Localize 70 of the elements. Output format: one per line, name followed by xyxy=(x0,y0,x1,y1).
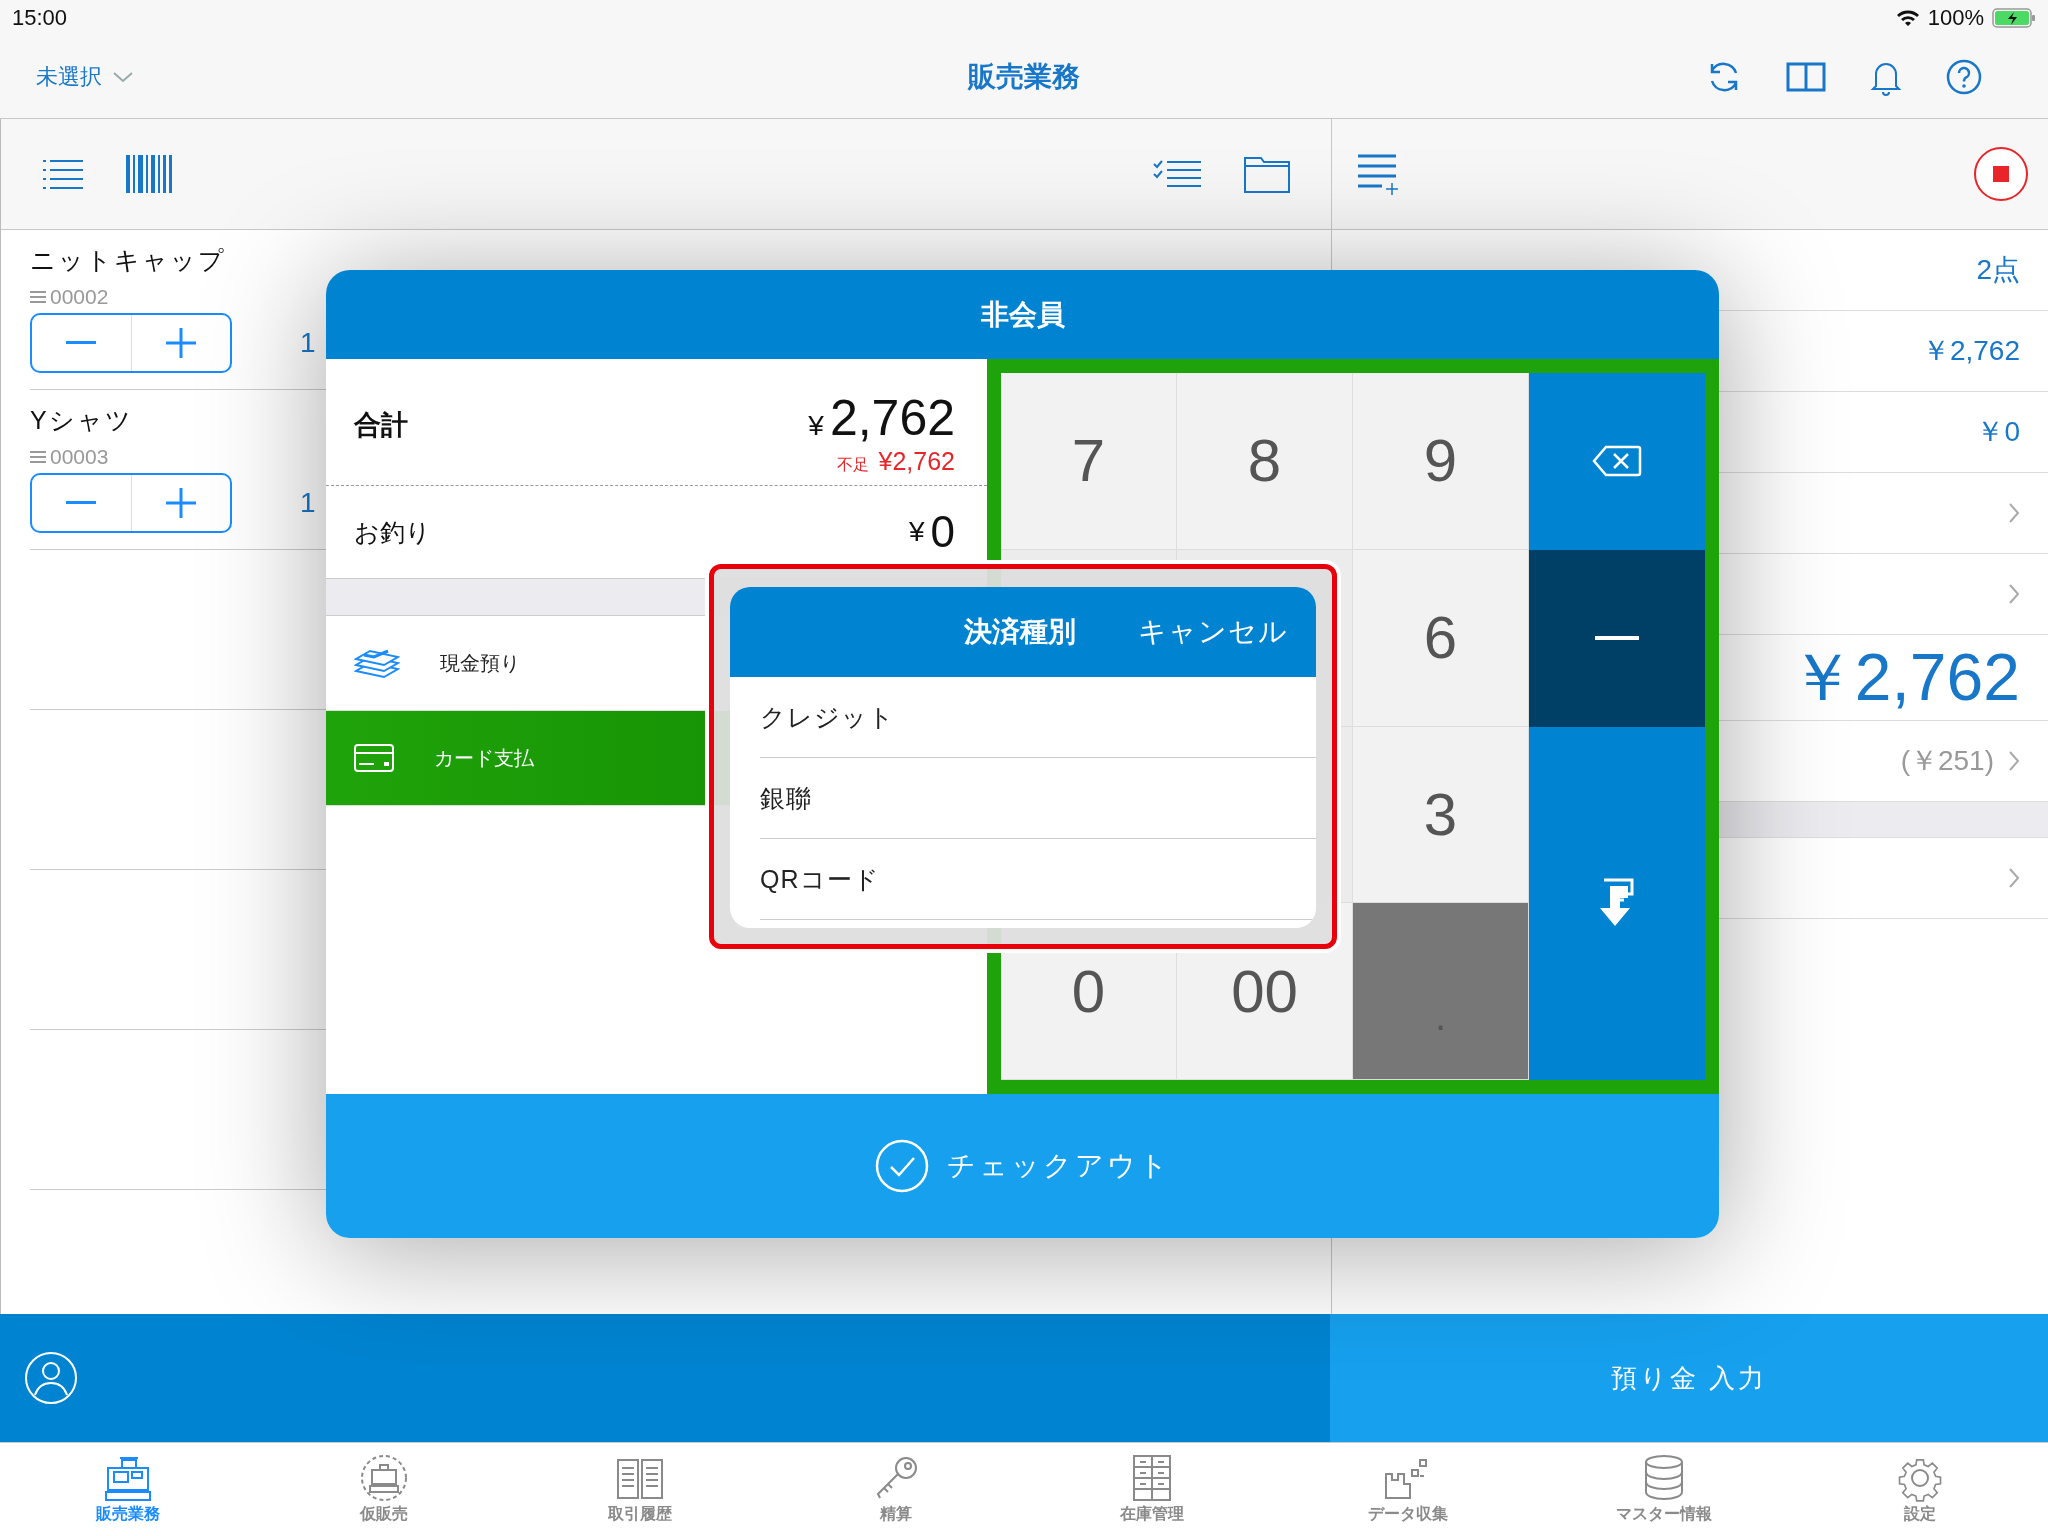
product-code: 00003 xyxy=(50,445,109,469)
split-view-icon[interactable] xyxy=(1786,62,1826,92)
summary-value: ￥0 xyxy=(1976,415,2020,449)
summary-value: ￥2,762 xyxy=(1921,334,2020,368)
menu-lines-icon xyxy=(30,450,46,464)
deposit-input-button[interactable]: 預り金 入力 xyxy=(1330,1314,2048,1442)
backspace-icon xyxy=(1592,445,1642,478)
currency-sign: ¥ xyxy=(908,516,925,548)
register-icon xyxy=(102,1454,154,1502)
total-amount: 2,762 xyxy=(829,389,955,447)
keypad-key[interactable]: 7 xyxy=(1001,373,1177,550)
tab[interactable]: 仮販売 xyxy=(256,1443,512,1536)
user-icon[interactable] xyxy=(24,1351,78,1405)
tab[interactable]: 取引履歴 xyxy=(512,1443,768,1536)
banknotes-icon xyxy=(354,647,400,679)
tab[interactable]: 販売業務 xyxy=(0,1443,256,1536)
tab[interactable]: 在庫管理 xyxy=(1024,1443,1280,1536)
change-label: お釣り xyxy=(354,516,431,548)
add-list-icon[interactable] xyxy=(1356,153,1400,195)
chevron-right-icon[interactable] xyxy=(2008,502,2020,524)
currency-sign: ¥ xyxy=(808,410,824,442)
checklist-icon[interactable] xyxy=(1153,158,1203,190)
chevron-right-icon[interactable] xyxy=(2008,750,2020,772)
change-amount: 0 xyxy=(930,507,955,557)
minus-icon xyxy=(66,341,97,345)
total-label: 合計 xyxy=(354,409,408,442)
payment-type-option[interactable]: クレジット xyxy=(760,677,1316,758)
summary-value: 2点 xyxy=(1976,253,2020,287)
quantity: 1 xyxy=(300,327,316,359)
folder-icon[interactable] xyxy=(1243,154,1291,194)
plus-icon xyxy=(165,328,196,358)
chevron-right-icon[interactable] xyxy=(2008,867,2020,889)
cancel-button[interactable]: キャンセル xyxy=(1138,613,1288,651)
checkout-button[interactable]: チェックアウト xyxy=(326,1094,1719,1238)
tab[interactable]: データ収集 xyxy=(1280,1443,1536,1536)
summary-value: (￥251) xyxy=(1900,744,1994,778)
product-code: 00002 xyxy=(50,285,109,309)
tab[interactable]: マスター情報 xyxy=(1536,1443,1792,1536)
list-icon[interactable] xyxy=(41,158,85,190)
stop-button[interactable] xyxy=(1974,147,2028,201)
minus-icon xyxy=(66,501,97,505)
plus-icon xyxy=(165,488,196,518)
screen-title: 販売業務 xyxy=(968,60,1080,94)
shortage-amount: ¥2,762 xyxy=(878,447,955,476)
chevron-right-icon[interactable] xyxy=(2008,583,2020,605)
check-circle-icon xyxy=(874,1139,929,1193)
product-name: Yシャツ xyxy=(30,406,133,434)
keypad-key[interactable]: 8 xyxy=(1177,373,1353,550)
shortage-label: 不足 xyxy=(836,455,869,475)
help-icon[interactable] xyxy=(1946,59,1982,95)
menu-lines-icon xyxy=(30,290,46,304)
battery-icon xyxy=(1992,8,2036,28)
register-icon xyxy=(358,1454,410,1502)
wifi-icon xyxy=(1895,9,1920,27)
store-selector[interactable]: 未選択 xyxy=(36,62,134,92)
stop-icon xyxy=(1993,166,2009,182)
card-icon xyxy=(354,744,394,772)
dialog-title: 非会員 xyxy=(980,297,1065,332)
barcode-icon[interactable] xyxy=(125,154,173,194)
product-name: ニットキャップ xyxy=(30,246,226,274)
payment-type-option[interactable]: 銀聯 xyxy=(760,758,1316,839)
chevron-down-icon xyxy=(112,70,134,84)
tab[interactable]: 設定 xyxy=(1792,1443,2048,1536)
minus-icon xyxy=(1595,636,1639,641)
quantity: 1 xyxy=(300,487,316,519)
battery-percent: 100% xyxy=(1927,5,1984,31)
summary-value: ￥2,762 xyxy=(1788,638,2020,716)
status-time: 15:00 xyxy=(12,5,68,31)
tab[interactable]: 精算 xyxy=(768,1443,1024,1536)
payment-type-option[interactable]: QRコード xyxy=(760,839,1316,920)
